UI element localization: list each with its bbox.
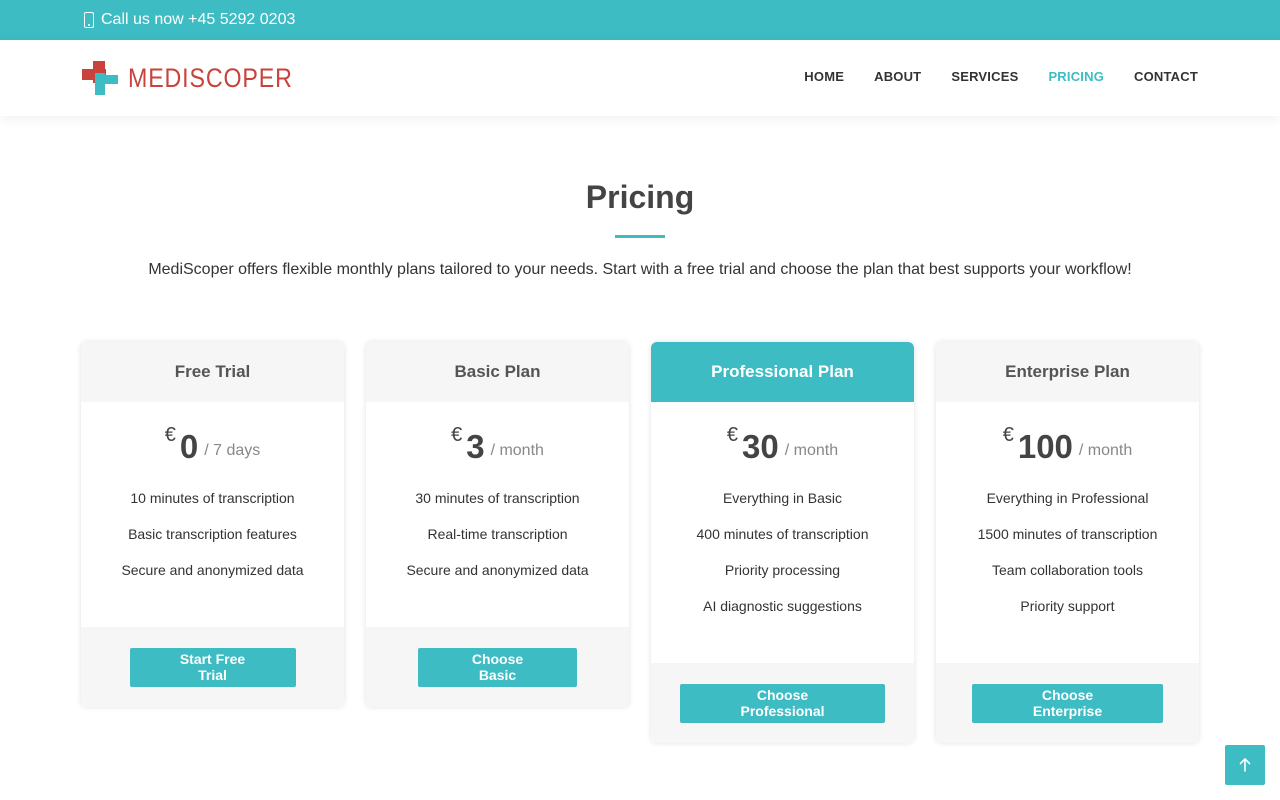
mobile-phone-icon xyxy=(84,12,94,28)
logo[interactable]: MEDISCOPER xyxy=(82,61,320,95)
feature-item: Priority support xyxy=(1020,598,1115,614)
plan-price: € 0 / 7 days xyxy=(81,422,344,466)
medical-cross-logo-icon xyxy=(82,61,118,95)
feature-list: Everything in Basic 400 minutes of trans… xyxy=(651,490,914,634)
feature-item: Everything in Professional xyxy=(986,490,1149,506)
logo-text: MEDISCOPER xyxy=(128,62,293,93)
pricing-intro: MediScoper offers flexible monthly plans… xyxy=(148,261,1132,278)
page-title: Pricing xyxy=(585,179,695,215)
price-period: / month xyxy=(490,442,544,459)
currency-symbol: € xyxy=(451,424,463,446)
feature-item: Secure and anonymized data xyxy=(121,562,304,578)
card-footer: Choose Basic xyxy=(366,627,629,707)
feature-item: 1500 minutes of transcription xyxy=(977,526,1158,542)
price-period: / month xyxy=(1078,442,1133,459)
choose-enterprise-button[interactable]: Choose Enterprise xyxy=(972,683,1163,723)
currency-symbol: € xyxy=(726,424,739,446)
price-amount: 30 xyxy=(742,428,779,465)
card-footer: Choose Enterprise xyxy=(936,663,1199,743)
plan-name: Enterprise Plan xyxy=(936,342,1199,402)
feature-item: 30 minutes of transcription xyxy=(415,490,580,506)
phone-contact[interactable]: Call us now +45 5292 0203 xyxy=(84,11,295,29)
nav-contact[interactable]: CONTACT xyxy=(1134,69,1198,84)
choose-basic-button[interactable]: Choose Basic xyxy=(418,647,577,687)
pricing-card-professional: Professional Plan € 30 / month Everythin… xyxy=(651,342,914,743)
choose-professional-button[interactable]: Choose Professional xyxy=(680,683,885,723)
feature-item: Basic transcription features xyxy=(128,526,297,542)
plan-price: € 30 / month xyxy=(651,422,914,466)
feature-list: 10 minutes of transcription Basic transc… xyxy=(81,490,344,598)
card-footer: Choose Professional xyxy=(651,663,914,743)
arrow-up-icon xyxy=(1239,758,1251,772)
currency-symbol: € xyxy=(1002,424,1014,446)
plan-name: Basic Plan xyxy=(366,342,629,402)
nav-pricing[interactable]: PRICING xyxy=(1048,69,1104,84)
feature-item: 10 minutes of transcription xyxy=(130,490,295,506)
nav-about[interactable]: ABOUT xyxy=(874,69,921,84)
plan-name: Free Trial xyxy=(81,342,344,402)
pricing-card-basic: Basic Plan € 3 / month 30 minutes of tra… xyxy=(366,342,629,707)
currency-symbol: € xyxy=(164,424,176,446)
main-nav: HOME ABOUT SERVICES PRICING CONTACT xyxy=(804,69,1198,84)
pricing-card-enterprise: Enterprise Plan € 100 / month Everything… xyxy=(936,342,1199,743)
title-divider xyxy=(615,235,665,238)
nav-services[interactable]: SERVICES xyxy=(951,69,1018,84)
price-amount: 3 xyxy=(466,428,485,465)
phone-text: Call us now +45 5292 0203 xyxy=(101,11,296,28)
feature-item: AI diagnostic suggestions xyxy=(703,598,862,614)
back-to-top-button[interactable] xyxy=(1225,745,1265,785)
feature-item: Secure and anonymized data xyxy=(406,562,589,578)
top-bar: Call us now +45 5292 0203 xyxy=(0,0,1280,40)
feature-list: Everything in Professional 1500 minutes … xyxy=(936,490,1199,634)
plan-price: € 100 / month xyxy=(936,422,1199,466)
feature-item: Team collaboration tools xyxy=(992,562,1143,578)
nav-home[interactable]: HOME xyxy=(804,69,844,84)
price-amount: 100 xyxy=(1017,428,1073,465)
feature-list: 30 minutes of transcription Real-time tr… xyxy=(366,490,629,598)
start-free-trial-button[interactable]: Start Free Trial xyxy=(129,647,296,687)
price-amount: 0 xyxy=(179,428,199,465)
site-header: MEDISCOPER HOME ABOUT SERVICES PRICING C… xyxy=(0,40,1280,116)
feature-item: Priority processing xyxy=(724,562,841,578)
feature-item: Everything in Basic xyxy=(722,490,843,506)
feature-item: 400 minutes of transcription xyxy=(696,526,869,542)
pricing-card-free-trial: Free Trial € 0 / 7 days 10 minutes of tr… xyxy=(81,342,344,707)
card-footer: Start Free Trial xyxy=(81,627,344,707)
price-period: / month xyxy=(784,442,839,459)
plan-price: € 3 / month xyxy=(366,422,629,466)
price-period: / 7 days xyxy=(204,442,261,459)
feature-item: Real-time transcription xyxy=(427,526,568,542)
plan-name: Professional Plan xyxy=(651,342,914,402)
